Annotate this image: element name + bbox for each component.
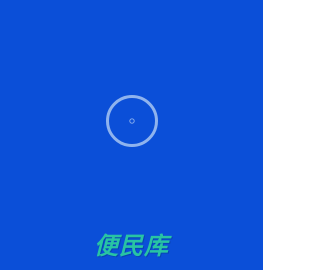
spinner-outer-ring (106, 95, 158, 147)
brand-name: 便民库 (94, 232, 169, 260)
brand-logo: 便民库 (0, 228, 263, 264)
spinner-center-dot (129, 118, 135, 124)
loading-spinner (106, 95, 158, 147)
loading-ring-icon (106, 95, 158, 147)
splash-screen: 便民库 (0, 0, 263, 270)
